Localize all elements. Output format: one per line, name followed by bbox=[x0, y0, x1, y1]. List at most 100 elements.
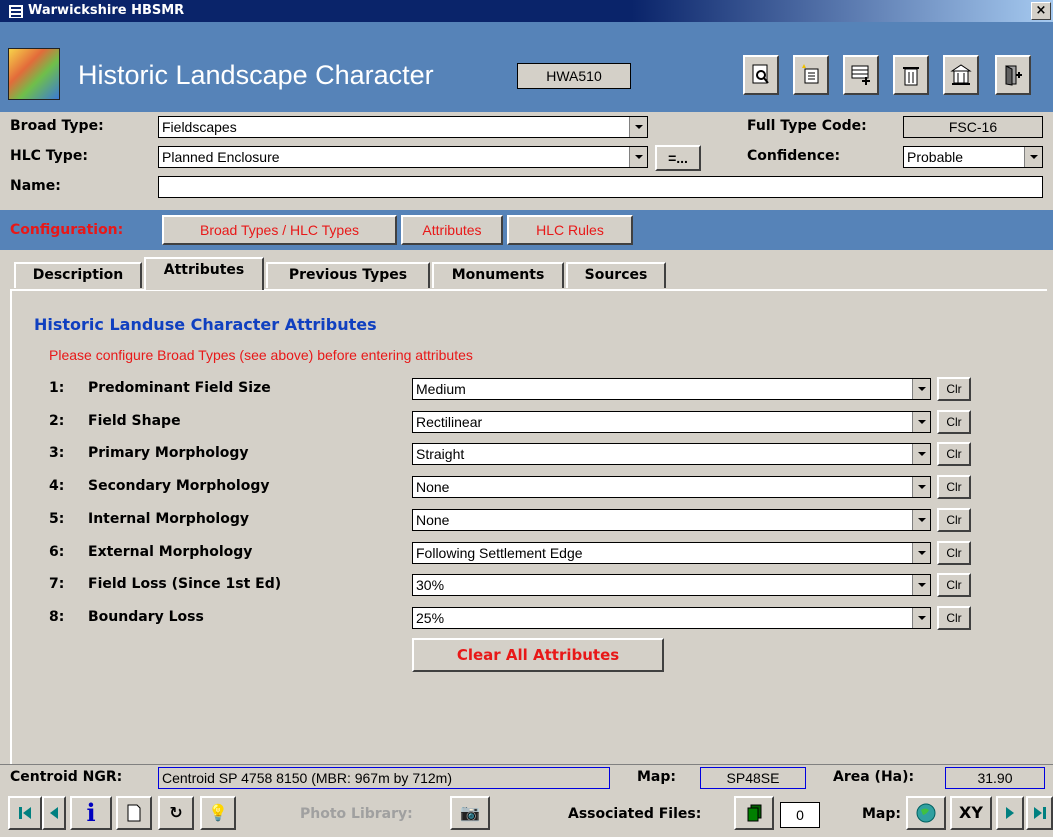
next-record-icon bbox=[1006, 807, 1014, 819]
clear-all-attributes-button[interactable]: Clear All Attributes bbox=[412, 638, 664, 672]
chevron-down-icon[interactable] bbox=[912, 477, 930, 498]
attributes-warning: Please configure Broad Types (see above)… bbox=[49, 347, 473, 363]
attribute-label: Primary Morphology bbox=[88, 445, 249, 462]
refresh-button[interactable]: ↻ bbox=[158, 796, 194, 830]
chevron-down-icon[interactable] bbox=[912, 379, 930, 399]
centroid-label: Centroid NGR: bbox=[10, 769, 123, 785]
last-record-button[interactable] bbox=[1026, 796, 1053, 830]
delete-icon bbox=[903, 67, 919, 86]
broad-type-value: Fieldscapes bbox=[162, 119, 237, 135]
chevron-down-icon[interactable] bbox=[912, 444, 930, 465]
name-field[interactable] bbox=[158, 176, 1043, 198]
tab-description[interactable]: Description bbox=[14, 262, 142, 288]
chevron-down-icon[interactable] bbox=[912, 607, 930, 628]
new-record-icon bbox=[802, 64, 819, 84]
attribute-value-select[interactable]: Straight bbox=[412, 443, 931, 466]
building-button[interactable] bbox=[943, 55, 979, 95]
info-button[interactable]: i bbox=[70, 796, 112, 830]
map-globe-button[interactable] bbox=[906, 796, 946, 830]
new-page-button[interactable] bbox=[116, 796, 152, 830]
map-xy-button[interactable]: XY bbox=[950, 796, 992, 830]
first-record-button[interactable] bbox=[8, 796, 42, 830]
config-attributes-button[interactable]: Attributes bbox=[401, 215, 503, 245]
attribute-number: 5: bbox=[49, 510, 65, 527]
attribute-value-select[interactable]: Following Settlement Edge bbox=[412, 541, 931, 564]
clear-attribute-button[interactable]: Clr bbox=[937, 573, 971, 598]
window-title-bar: Warwickshire HBSMR × bbox=[0, 0, 1053, 22]
chevron-down-icon[interactable] bbox=[912, 542, 930, 563]
name-label: Name: bbox=[10, 178, 61, 194]
area-value: 31.90 bbox=[945, 767, 1045, 789]
previous-record-button[interactable] bbox=[42, 796, 66, 830]
broad-type-label: Broad Type: bbox=[10, 118, 104, 134]
chevron-down-icon[interactable] bbox=[1024, 147, 1042, 167]
attribute-value-select[interactable]: None bbox=[412, 476, 931, 499]
attribute-value: Straight bbox=[416, 446, 465, 463]
tab-attributes[interactable]: Attributes bbox=[144, 257, 264, 290]
config-hlc-rules-button[interactable]: HLC Rules bbox=[507, 215, 633, 245]
attribute-value-select[interactable]: Medium bbox=[412, 378, 931, 400]
clear-attribute-button[interactable]: Clr bbox=[937, 507, 971, 532]
attribute-number: 2: bbox=[49, 412, 65, 429]
full-type-code-label: Full Type Code: bbox=[747, 118, 867, 134]
attribute-value-select[interactable]: Rectilinear bbox=[412, 410, 931, 433]
delete-record-button[interactable] bbox=[893, 55, 929, 95]
globe-icon bbox=[916, 803, 936, 823]
confidence-select[interactable]: Probable bbox=[903, 146, 1043, 168]
next-record-button[interactable] bbox=[996, 796, 1024, 830]
attribute-value: Following Settlement Edge bbox=[416, 544, 583, 561]
photo-library-button[interactable]: 📷 bbox=[450, 796, 490, 830]
attribute-label: Field Loss (Since 1st Ed) bbox=[88, 576, 282, 593]
chevron-down-icon[interactable] bbox=[629, 117, 647, 137]
exit-button[interactable] bbox=[995, 55, 1031, 95]
attribute-label: Secondary Morphology bbox=[88, 478, 270, 495]
tab-sources[interactable]: Sources bbox=[566, 262, 666, 288]
attribute-label: Boundary Loss bbox=[88, 608, 204, 625]
attribute-value: 30% bbox=[416, 577, 445, 594]
tab-previous-types[interactable]: Previous Types bbox=[266, 262, 430, 288]
chevron-down-icon[interactable] bbox=[912, 575, 930, 596]
broad-type-select[interactable]: Fieldscapes bbox=[158, 116, 648, 138]
exit-icon bbox=[1005, 65, 1022, 86]
print-preview-button[interactable] bbox=[743, 55, 779, 95]
clear-attribute-button[interactable]: Clr bbox=[937, 605, 971, 630]
confidence-value: Probable bbox=[907, 149, 964, 165]
clear-attribute-button[interactable]: Clr bbox=[937, 377, 971, 401]
area-label: Area (Ha): bbox=[833, 769, 915, 785]
chevron-down-icon[interactable] bbox=[912, 509, 930, 530]
attribute-value: Medium bbox=[416, 381, 466, 397]
attribute-value-select[interactable]: 25% bbox=[412, 606, 931, 629]
clear-attribute-button[interactable]: Clr bbox=[937, 475, 971, 500]
attribute-value: None bbox=[416, 479, 450, 496]
clear-attribute-button[interactable]: Clr bbox=[937, 409, 971, 434]
lightbulb-button[interactable]: 💡 bbox=[200, 796, 236, 830]
chevron-down-icon[interactable] bbox=[912, 411, 930, 432]
clear-attribute-button[interactable]: Clr bbox=[937, 442, 971, 467]
associated-files-button[interactable] bbox=[734, 796, 774, 830]
map-sheet-value: SP48SE bbox=[700, 767, 806, 789]
attribute-label: Field Shape bbox=[88, 412, 181, 429]
hlc-type-label: HLC Type: bbox=[10, 148, 88, 164]
close-window-button[interactable]: × bbox=[1031, 2, 1051, 20]
attribute-value: None bbox=[416, 511, 450, 528]
hlc-type-lookup-button[interactable]: =... bbox=[655, 145, 701, 171]
config-broad-types-button[interactable]: Broad Types / HLC Types bbox=[162, 215, 397, 245]
attribute-number: 8: bbox=[49, 608, 65, 625]
attribute-value-select[interactable]: 30% bbox=[412, 574, 931, 597]
add-row-button[interactable] bbox=[843, 55, 879, 95]
page-title: Historic Landscape Character bbox=[78, 60, 434, 90]
map-sheet-label: Map: bbox=[637, 769, 676, 785]
attribute-value-select[interactable]: None bbox=[412, 508, 931, 531]
new-record-button[interactable] bbox=[793, 55, 829, 95]
last-record-icon bbox=[1033, 807, 1046, 819]
hlc-type-select[interactable]: Planned Enclosure bbox=[158, 146, 648, 168]
attribute-number: 1: bbox=[49, 380, 65, 396]
clear-attribute-button[interactable]: Clr bbox=[937, 540, 971, 565]
new-page-icon bbox=[127, 804, 141, 822]
attribute-value: 25% bbox=[416, 609, 445, 626]
hlc-logo-icon bbox=[8, 48, 60, 100]
attribute-label: External Morphology bbox=[88, 543, 253, 560]
chevron-down-icon[interactable] bbox=[629, 147, 647, 167]
confidence-label: Confidence: bbox=[747, 148, 841, 164]
tab-monuments[interactable]: Monuments bbox=[432, 262, 564, 288]
